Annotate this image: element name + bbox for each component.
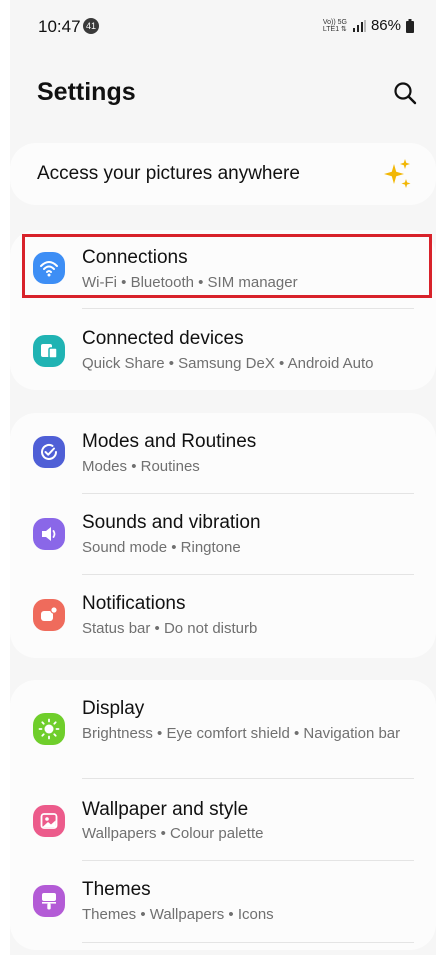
settings-item-wallpaper-and-style[interactable]: Wallpaper and style Wallpapers • Colour … bbox=[10, 779, 436, 860]
settings-item-title: Display bbox=[82, 698, 145, 719]
speaker-icon bbox=[33, 518, 65, 550]
settings-group-display-style: Display Brightness • Eye comfort shield … bbox=[10, 680, 436, 950]
settings-item-title: Notifications bbox=[82, 593, 186, 614]
settings-item-subtitle: Brightness • Eye comfort shield • Naviga… bbox=[82, 725, 401, 742]
settings-item-title: Modes and Routines bbox=[82, 431, 257, 452]
sparkle-icon bbox=[384, 159, 411, 188]
promo-text: Access your pictures anywhere bbox=[37, 163, 300, 184]
status-bar: 10:47 41 Vo)) 5G LTE1 ⇅ 86% bbox=[10, 14, 436, 42]
search-icon bbox=[394, 82, 417, 105]
settings-item-themes[interactable]: Themes Themes • Wallpapers • Icons bbox=[10, 861, 436, 942]
theme-brush-icon bbox=[33, 885, 65, 917]
settings-item-modes-and-routines[interactable]: Modes and Routines Modes • Routines bbox=[10, 413, 436, 493]
sun-icon bbox=[33, 713, 65, 745]
settings-item-subtitle: Sound mode • Ringtone bbox=[82, 539, 241, 556]
settings-item-subtitle: Themes • Wallpapers • Icons bbox=[82, 906, 274, 923]
network-label-bottom: LTE1 ⇅ bbox=[322, 25, 347, 33]
settings-item-notifications[interactable]: Notifications Status bar • Do not distur… bbox=[10, 575, 436, 657]
connected-devices-icon bbox=[33, 335, 65, 367]
page-title: Settings bbox=[37, 78, 136, 106]
settings-item-title: Themes bbox=[82, 879, 151, 900]
settings-item-display[interactable]: Display Brightness • Eye comfort shield … bbox=[10, 680, 436, 778]
promo-card[interactable]: Access your pictures anywhere bbox=[10, 143, 436, 205]
network-indicator: Vo)) 5G LTE1 ⇅ bbox=[323, 19, 347, 33]
settings-item-subtitle: Modes • Routines bbox=[82, 458, 200, 475]
battery-percentage: 86% bbox=[370, 17, 401, 34]
search-button[interactable] bbox=[392, 80, 418, 106]
settings-screen: 10:47 41 Vo)) 5G LTE1 ⇅ 86% Settings Acc… bbox=[10, 0, 436, 955]
divider bbox=[82, 308, 414, 309]
settings-item-connected-devices[interactable]: Connected devices Quick Share • Samsung … bbox=[10, 310, 436, 390]
selection-highlight-box bbox=[22, 234, 432, 298]
settings-item-subtitle: Status bar • Do not disturb bbox=[82, 620, 258, 637]
settings-item-subtitle: Wallpapers • Colour palette bbox=[82, 825, 264, 842]
settings-item-subtitle: Quick Share • Samsung DeX • Android Auto bbox=[82, 355, 374, 372]
bell-icon bbox=[33, 599, 65, 631]
settings-item-title: Sounds and vibration bbox=[82, 512, 261, 533]
settings-group-modes-sounds: Modes and Routines Modes • Routines Soun… bbox=[10, 413, 436, 658]
divider bbox=[82, 942, 414, 943]
status-time: 10:47 bbox=[38, 17, 81, 36]
check-circle-icon bbox=[33, 436, 65, 468]
settings-item-title: Connected devices bbox=[82, 328, 244, 349]
network-label-top: Vo)) 5G bbox=[322, 18, 347, 26]
signal-icon bbox=[352, 19, 366, 32]
settings-item-title: Wallpaper and style bbox=[82, 799, 249, 820]
battery-icon bbox=[406, 18, 414, 33]
settings-item-sounds-and-vibration[interactable]: Sounds and vibration Sound mode • Ringto… bbox=[10, 494, 436, 574]
notification-count-badge: 41 bbox=[83, 18, 99, 34]
image-icon bbox=[33, 805, 65, 837]
status-icons: Vo)) 5G LTE1 ⇅ 86% bbox=[323, 17, 414, 34]
